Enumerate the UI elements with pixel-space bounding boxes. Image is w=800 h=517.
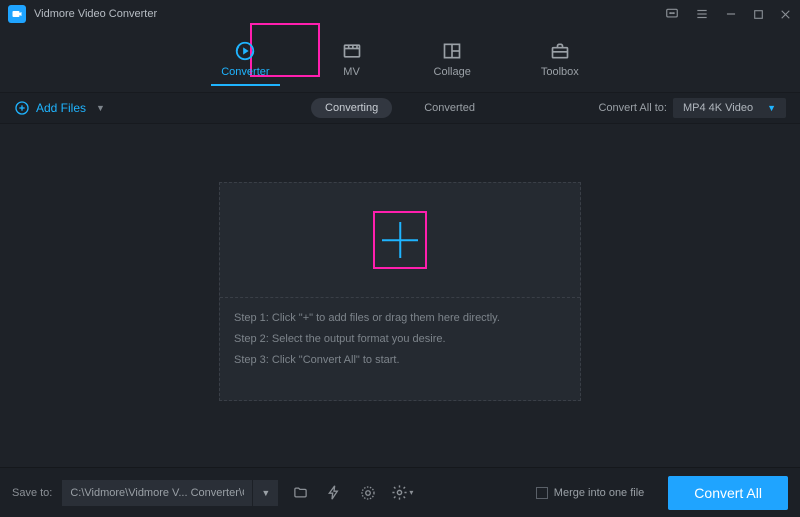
tab-label: Collage — [434, 66, 471, 78]
open-folder-button[interactable] — [288, 481, 312, 505]
dropzone-steps: Step 1: Click "+" to add files or drag t… — [220, 298, 580, 400]
tab-label: Converter — [221, 66, 269, 78]
title-bar: Vidmore Video Converter — [0, 0, 800, 28]
save-to-label: Save to: — [12, 487, 52, 499]
toolbox-icon — [549, 40, 571, 62]
mv-icon — [340, 40, 364, 62]
status-toggle: Converting Converted — [311, 98, 489, 118]
work-area: Step 1: Click "+" to add files or drag t… — [0, 124, 800, 459]
dropzone[interactable]: Step 1: Click "+" to add files or drag t… — [219, 182, 581, 401]
sub-toolbar: Add Files ▼ Converting Converted Convert… — [0, 92, 800, 124]
format-select[interactable]: MP4 4K Video ▼ — [673, 98, 786, 118]
dropzone-top — [220, 183, 580, 298]
step-text: Step 2: Select the output format you des… — [234, 329, 566, 350]
high-speed-button[interactable] — [356, 481, 380, 505]
merge-label: Merge into one file — [554, 487, 645, 499]
menu-icon[interactable] — [694, 7, 710, 21]
add-files-label: Add Files — [36, 101, 86, 115]
save-path-dropdown[interactable]: ▼ — [252, 480, 278, 506]
main-tabs: Converter MV Collage Toolbox — [0, 28, 800, 92]
tab-collage[interactable]: Collage — [424, 38, 481, 86]
merge-checkbox[interactable]: Merge into one file — [536, 487, 645, 499]
tab-label: Toolbox — [541, 66, 579, 78]
add-files-button[interactable]: Add Files ▼ — [14, 100, 105, 116]
chevron-down-icon: ▼ — [767, 103, 776, 113]
hardware-accel-button[interactable] — [322, 481, 346, 505]
tab-converter[interactable]: Converter — [211, 38, 279, 86]
tab-converted[interactable]: Converted — [410, 98, 489, 118]
tab-converting[interactable]: Converting — [311, 98, 392, 118]
save-path-group: ▼ — [62, 480, 278, 506]
feedback-icon[interactable] — [664, 7, 680, 21]
tab-mv[interactable]: MV — [330, 38, 374, 86]
minimize-icon[interactable] — [724, 7, 738, 21]
bottom-bar: Save to: ▼ ▾ Merge into one file Convert… — [0, 467, 800, 517]
plus-icon — [382, 222, 418, 258]
convert-all-button[interactable]: Convert All — [668, 476, 788, 510]
tab-label: MV — [343, 66, 360, 78]
checkbox-icon — [536, 487, 548, 499]
step-text: Step 3: Click "Convert All" to start. — [234, 350, 566, 371]
step-text: Step 1: Click "+" to add files or drag t… — [234, 308, 566, 329]
tab-toolbox[interactable]: Toolbox — [531, 38, 589, 86]
convert-all-label: Convert All — [694, 485, 762, 501]
converter-icon — [233, 40, 257, 62]
maximize-icon[interactable] — [752, 8, 765, 21]
collage-icon — [441, 40, 463, 62]
save-path-input[interactable] — [62, 480, 252, 506]
chevron-down-icon[interactable]: ▼ — [96, 103, 105, 113]
add-file-plus-button[interactable] — [373, 211, 427, 269]
format-selected-value: MP4 4K Video — [683, 102, 753, 114]
close-icon[interactable] — [779, 8, 792, 21]
convert-all-to-label: Convert All to: — [598, 102, 666, 114]
app-title: Vidmore Video Converter — [34, 8, 157, 20]
settings-button[interactable]: ▾ — [390, 481, 414, 505]
app-logo-icon — [8, 5, 26, 23]
